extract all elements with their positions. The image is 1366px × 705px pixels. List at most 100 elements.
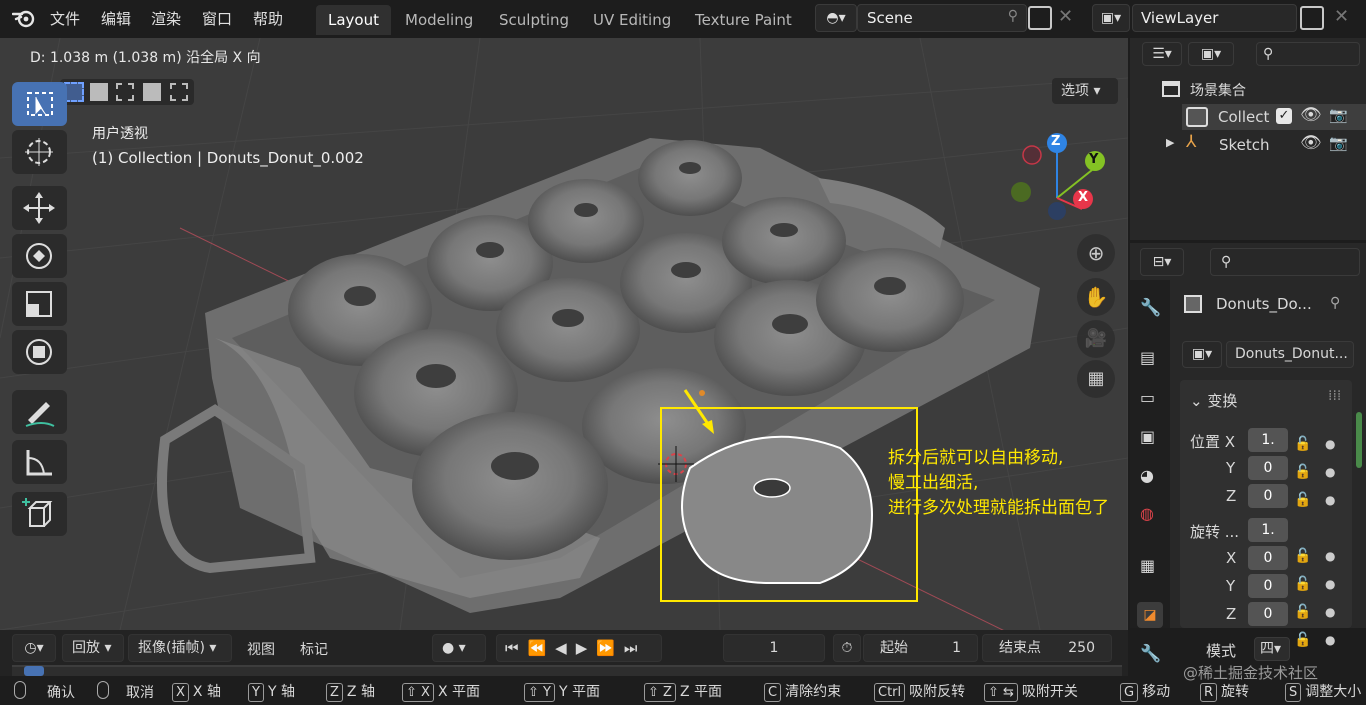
new-view-layer-icon[interactable] xyxy=(1300,6,1324,30)
blender-logo-icon[interactable] xyxy=(11,8,36,32)
rotation-z-field[interactable]: 0 xyxy=(1248,574,1288,598)
camera-icon[interactable]: 📷 xyxy=(1329,134,1348,152)
tab-texture-paint[interactable]: Texture Paint xyxy=(683,5,804,35)
editor-type-button[interactable]: ⊟▾ xyxy=(1140,248,1184,276)
tab-layout[interactable]: Layout xyxy=(316,5,391,35)
outliner-item-collection[interactable]: Collect ✓ 👁 📷 xyxy=(1182,104,1366,130)
editor-type-timeline[interactable]: ◷▾ xyxy=(12,634,56,662)
location-x-field[interactable]: 1. xyxy=(1248,428,1288,452)
include-checkbox[interactable]: ✓ xyxy=(1276,108,1292,124)
menu-file[interactable]: 文件 xyxy=(50,8,80,29)
move-tool[interactable] xyxy=(12,186,67,230)
view-layer-tab-icon[interactable]: ▣ xyxy=(1140,427,1155,446)
expand-arrow-icon[interactable]: ▶ xyxy=(1166,136,1174,149)
cursor-tool[interactable] xyxy=(12,130,67,174)
playback-controls[interactable]: ⏮⏪◀▶⏩⏭ xyxy=(496,634,662,662)
annotate-tool[interactable] xyxy=(12,390,67,434)
rotation-x-field[interactable]: 1. xyxy=(1248,518,1288,542)
playback-menu[interactable]: 回放 ▾ xyxy=(62,634,124,662)
timeline-ruler[interactable] xyxy=(12,665,1122,676)
keyframe-dots[interactable]: ● ● ● ● ● ● ● xyxy=(1325,430,1335,654)
rotation-mode-dropdown[interactable]: 四▾ xyxy=(1254,637,1290,661)
scale-tool[interactable] xyxy=(12,282,67,326)
perspective-toggle-icon[interactable]: ▦ xyxy=(1077,360,1115,398)
select-new-icon[interactable] xyxy=(64,82,84,102)
view-layer-type-button[interactable]: ▣▾ xyxy=(1092,4,1130,32)
measure-tool[interactable] xyxy=(12,440,67,484)
outliner-filter[interactable]: ▣▾ xyxy=(1188,42,1234,66)
mesh-type-button[interactable]: ▣▾ xyxy=(1182,341,1222,368)
stopwatch-icon[interactable]: ⏱ xyxy=(833,634,861,662)
location-y-field[interactable]: 0 xyxy=(1248,456,1288,480)
tab-uv-editing[interactable]: UV Editing xyxy=(581,5,683,35)
rotation-y-field[interactable]: 0 xyxy=(1248,546,1288,570)
scene-tab-icon[interactable]: ◕ xyxy=(1140,466,1154,485)
location-z-field[interactable]: 0 xyxy=(1248,484,1288,508)
start-label: 起始 xyxy=(880,640,908,656)
menu-help[interactable]: 帮助 xyxy=(253,8,283,29)
pin-icon[interactable]: ⚲ xyxy=(1008,8,1018,24)
start-frame-field[interactable]: 起始 1 xyxy=(863,634,978,662)
rotate-tool[interactable] xyxy=(12,234,67,278)
key-shift-y: ⇧ Y xyxy=(524,683,555,702)
camera-icon[interactable]: 📷 xyxy=(1329,106,1348,124)
rotation-w-field[interactable]: 0 xyxy=(1248,602,1288,626)
select-box-tool[interactable] xyxy=(12,82,67,126)
pin-icon[interactable]: ⚲ xyxy=(1330,295,1340,311)
eye-icon[interactable]: 👁 xyxy=(1300,105,1322,125)
current-frame-field[interactable]: 1 xyxy=(723,634,825,662)
hand-pan-icon[interactable]: ✋ xyxy=(1077,278,1115,316)
object-tab-icon[interactable]: ◪ xyxy=(1137,602,1163,628)
outliner-display-mode[interactable]: ☰▾ xyxy=(1142,42,1182,66)
status-cancel: 取消 xyxy=(126,685,154,701)
world-tab-icon[interactable]: ◍ xyxy=(1140,504,1154,523)
marker-menu[interactable]: 标记 xyxy=(300,639,328,659)
render-tab-icon[interactable]: ▤ xyxy=(1140,348,1155,367)
properties-search[interactable]: ⚲ xyxy=(1210,248,1360,276)
scene-render xyxy=(0,38,1128,630)
transform-header[interactable]: ⌄ 变换 xyxy=(1190,390,1237,411)
select-intersect-icon[interactable] xyxy=(170,83,188,101)
status-snap-invert: 吸附反转 xyxy=(909,684,966,700)
modifier-tab-icon[interactable]: 🔧 xyxy=(1140,644,1161,664)
options-dropdown[interactable]: 选项 ▾ xyxy=(1052,78,1118,104)
playhead[interactable] xyxy=(24,666,44,676)
end-frame-field[interactable]: 结束点 250 xyxy=(982,634,1112,662)
scene-type-button[interactable]: ◓▾ xyxy=(815,4,857,32)
key-ctrl: Ctrl xyxy=(874,683,906,702)
menu-edit[interactable]: 编辑 xyxy=(101,8,131,29)
select-mode-buttons[interactable] xyxy=(60,79,194,105)
menu-render[interactable]: 渲染 xyxy=(151,8,181,29)
drag-handle-icon[interactable]: ⁞⁞⁞ xyxy=(1328,388,1341,404)
camera-view-icon[interactable]: 🎥 xyxy=(1077,320,1115,358)
output-tab-icon[interactable]: ▭ xyxy=(1140,388,1155,407)
tool-tab-icon[interactable]: 🔧 xyxy=(1140,298,1161,318)
select-extend-icon[interactable] xyxy=(90,83,108,101)
mesh-name-field[interactable]: Donuts_Donut... xyxy=(1226,341,1354,368)
eye-icon[interactable]: 👁 xyxy=(1300,133,1322,153)
record-button[interactable]: ● ▾ xyxy=(432,634,486,662)
menu-window[interactable]: 窗口 xyxy=(202,8,232,29)
close-scene-icon[interactable]: ✕ xyxy=(1058,6,1073,27)
zoom-icon[interactable]: ⊕ xyxy=(1077,234,1115,272)
scrollbar[interactable] xyxy=(1356,412,1362,468)
keying-menu[interactable]: 抠像(插帧) ▾ xyxy=(128,634,232,662)
collection-tab-icon[interactable]: ▦ xyxy=(1140,556,1155,575)
outliner-item-sketch[interactable]: ▶ ⅄ Sketch 👁 📷 xyxy=(1166,132,1366,156)
outliner-search[interactable]: ⚲ xyxy=(1256,42,1360,66)
scene-field[interactable]: Scene ⚲ xyxy=(857,4,1027,32)
tab-modeling[interactable]: Modeling xyxy=(393,5,485,35)
select-subtract-icon[interactable] xyxy=(116,83,134,101)
scene-collection-row[interactable]: 场景集合 xyxy=(1162,79,1362,101)
tab-sculpting[interactable]: Sculpting xyxy=(487,5,581,35)
close-view-layer-icon[interactable]: ✕ xyxy=(1334,6,1349,27)
3d-viewport[interactable]: D: 1.038 m (1.038 m) 沿全局 X 向 选项 ▾ 用户透视 (… xyxy=(0,38,1128,630)
axis-z-label: Z xyxy=(1226,605,1237,623)
add-cube-tool[interactable] xyxy=(12,492,67,536)
view-layer-field[interactable]: ViewLayer xyxy=(1132,4,1297,32)
transform-tool[interactable] xyxy=(12,330,67,374)
select-invert-icon[interactable] xyxy=(143,83,161,101)
lock-icons[interactable]: 🔓 🔓 🔓 🔓 🔓 🔓 🔓 xyxy=(1294,430,1314,654)
view-menu[interactable]: 视图 xyxy=(247,639,275,659)
new-scene-icon[interactable] xyxy=(1028,6,1052,30)
